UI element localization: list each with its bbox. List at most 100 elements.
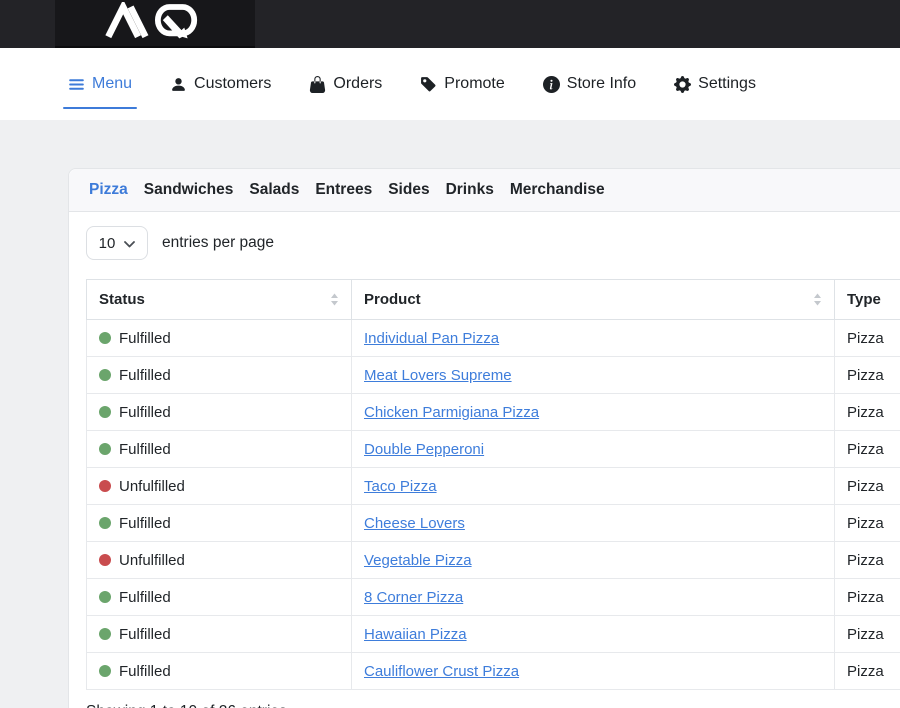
status-dot-icon [99, 665, 111, 677]
type-label: Pizza [847, 589, 884, 606]
type-cell: Pizza [835, 616, 900, 653]
entries-per-page-select[interactable]: 10 [86, 226, 148, 260]
table-row: Unfulfilled Vegetable Pizza Pizza [87, 542, 900, 579]
type-cell: Pizza [835, 505, 900, 542]
product-cell: Double Pepperoni [352, 431, 835, 468]
type-label: Pizza [847, 478, 884, 495]
product-cell: Individual Pan Pizza [352, 320, 835, 357]
type-cell: Pizza [835, 579, 900, 616]
product-cell: 8 Corner Pizza [352, 579, 835, 616]
person-icon [170, 76, 187, 93]
product-link[interactable]: Chicken Parmigiana Pizza [364, 404, 539, 421]
status-cell: Fulfilled [87, 394, 352, 431]
product-cell: Taco Pizza [352, 468, 835, 505]
product-cell: Meat Lovers Supreme [352, 357, 835, 394]
entries-per-page-label: entries per page [162, 234, 274, 252]
nav-item-customers[interactable]: Customers [170, 75, 271, 93]
status-cell: Unfulfilled [87, 468, 352, 505]
column-label: Product [364, 291, 421, 308]
product-link[interactable]: Cauliflower Crust Pizza [364, 663, 519, 680]
table-row: Fulfilled Cheese Lovers Pizza [87, 505, 900, 542]
status-cell: Unfulfilled [87, 542, 352, 579]
type-cell: Pizza [835, 394, 900, 431]
brand-logo[interactable] [55, 0, 255, 48]
status-label: Fulfilled [119, 515, 171, 532]
info-circle-icon [543, 76, 560, 93]
nav-item-settings[interactable]: Settings [674, 75, 756, 93]
status-cell: Fulfilled [87, 579, 352, 616]
tab-salads[interactable]: Salads [249, 178, 299, 202]
tab-drinks[interactable]: Drinks [446, 178, 494, 202]
status-cell: Fulfilled [87, 505, 352, 542]
status-dot-icon [99, 591, 111, 603]
bag-icon [309, 76, 326, 93]
sort-icon[interactable] [813, 293, 822, 306]
status-dot-icon [99, 517, 111, 529]
table-row: Unfulfilled Taco Pizza Pizza [87, 468, 900, 505]
status-dot-icon [99, 443, 111, 455]
type-cell: Pizza [835, 542, 900, 579]
tab-sides[interactable]: Sides [388, 178, 429, 202]
product-link[interactable]: Taco Pizza [364, 478, 437, 495]
entries-summary: Showing 1 to 10 of 26 entries [86, 703, 900, 708]
status-dot-icon [99, 628, 111, 640]
status-cell: Fulfilled [87, 357, 352, 394]
status-cell: Fulfilled [87, 431, 352, 468]
column-label: Status [99, 291, 145, 308]
brand-logo-icon [105, 2, 206, 45]
type-cell: Pizza [835, 431, 900, 468]
nav-item-store-info[interactable]: Store Info [543, 75, 636, 93]
tag-icon [420, 76, 437, 93]
type-label: Pizza [847, 404, 884, 421]
tab-pizza[interactable]: Pizza [89, 178, 128, 202]
status-dot-icon [99, 480, 111, 492]
column-header-status[interactable]: Status [87, 280, 352, 320]
product-cell: Chicken Parmigiana Pizza [352, 394, 835, 431]
product-cell: Cauliflower Crust Pizza [352, 653, 835, 690]
product-link[interactable]: Hawaiian Pizza [364, 626, 467, 643]
chevron-down-icon [124, 235, 135, 252]
hamburger-icon [68, 76, 85, 93]
table-row: Fulfilled Individual Pan Pizza Pizza [87, 320, 900, 357]
status-label: Fulfilled [119, 589, 171, 606]
sort-icon[interactable] [330, 293, 339, 306]
status-cell: Fulfilled [87, 653, 352, 690]
product-link[interactable]: Vegetable Pizza [364, 552, 472, 569]
type-label: Pizza [847, 515, 884, 532]
product-cell: Cheese Lovers [352, 505, 835, 542]
nav-item-promote[interactable]: Promote [420, 75, 504, 93]
table-row: Fulfilled Double Pepperoni Pizza [87, 431, 900, 468]
top-header-bar [0, 0, 900, 48]
menu-card: Pizza Sandwiches Salads Entrees Sides Drinks M… [68, 168, 900, 708]
tab-entrees[interactable]: Entrees [315, 178, 372, 202]
table-row: Fulfilled Cauliflower Crust Pizza Pizza [87, 653, 900, 690]
status-cell: Fulfilled [87, 616, 352, 653]
column-header-type: Type [835, 280, 900, 320]
status-dot-icon [99, 406, 111, 418]
tab-sandwiches[interactable]: Sandwiches [144, 178, 234, 202]
nav-item-orders[interactable]: Orders [309, 75, 382, 93]
status-label: Fulfilled [119, 441, 171, 458]
status-label: Unfulfilled [119, 478, 185, 495]
status-label: Unfulfilled [119, 552, 185, 569]
product-link[interactable]: Double Pepperoni [364, 441, 484, 458]
product-link[interactable]: 8 Corner Pizza [364, 589, 463, 606]
nav-item-menu[interactable]: Menu [68, 75, 132, 93]
product-link[interactable]: Individual Pan Pizza [364, 330, 499, 347]
table-row: Fulfilled Hawaiian Pizza Pizza [87, 616, 900, 653]
table-row: Fulfilled Chicken Parmigiana Pizza Pizza [87, 394, 900, 431]
status-dot-icon [99, 332, 111, 344]
product-link[interactable]: Cheese Lovers [364, 515, 465, 532]
card-body: 10 entries per page Status Product Type Fu… [69, 212, 900, 708]
product-link[interactable]: Meat Lovers Supreme [364, 367, 512, 384]
column-label: Type [847, 291, 881, 308]
tab-merchandise[interactable]: Merchandise [510, 178, 605, 202]
column-header-product[interactable]: Product [352, 280, 835, 320]
category-tabs: Pizza Sandwiches Salads Entrees Sides Drinks M… [69, 169, 900, 212]
type-label: Pizza [847, 663, 884, 680]
primary-nav: Menu Customers Orders Promote Store Info… [0, 48, 900, 120]
table-row: Fulfilled 8 Corner Pizza Pizza [87, 579, 900, 616]
products-table: Status Product Type Fulfilled Individual P… [86, 279, 900, 690]
product-cell: Hawaiian Pizza [352, 616, 835, 653]
page-content: Pizza Sandwiches Salads Entrees Sides Drinks M… [0, 120, 900, 708]
